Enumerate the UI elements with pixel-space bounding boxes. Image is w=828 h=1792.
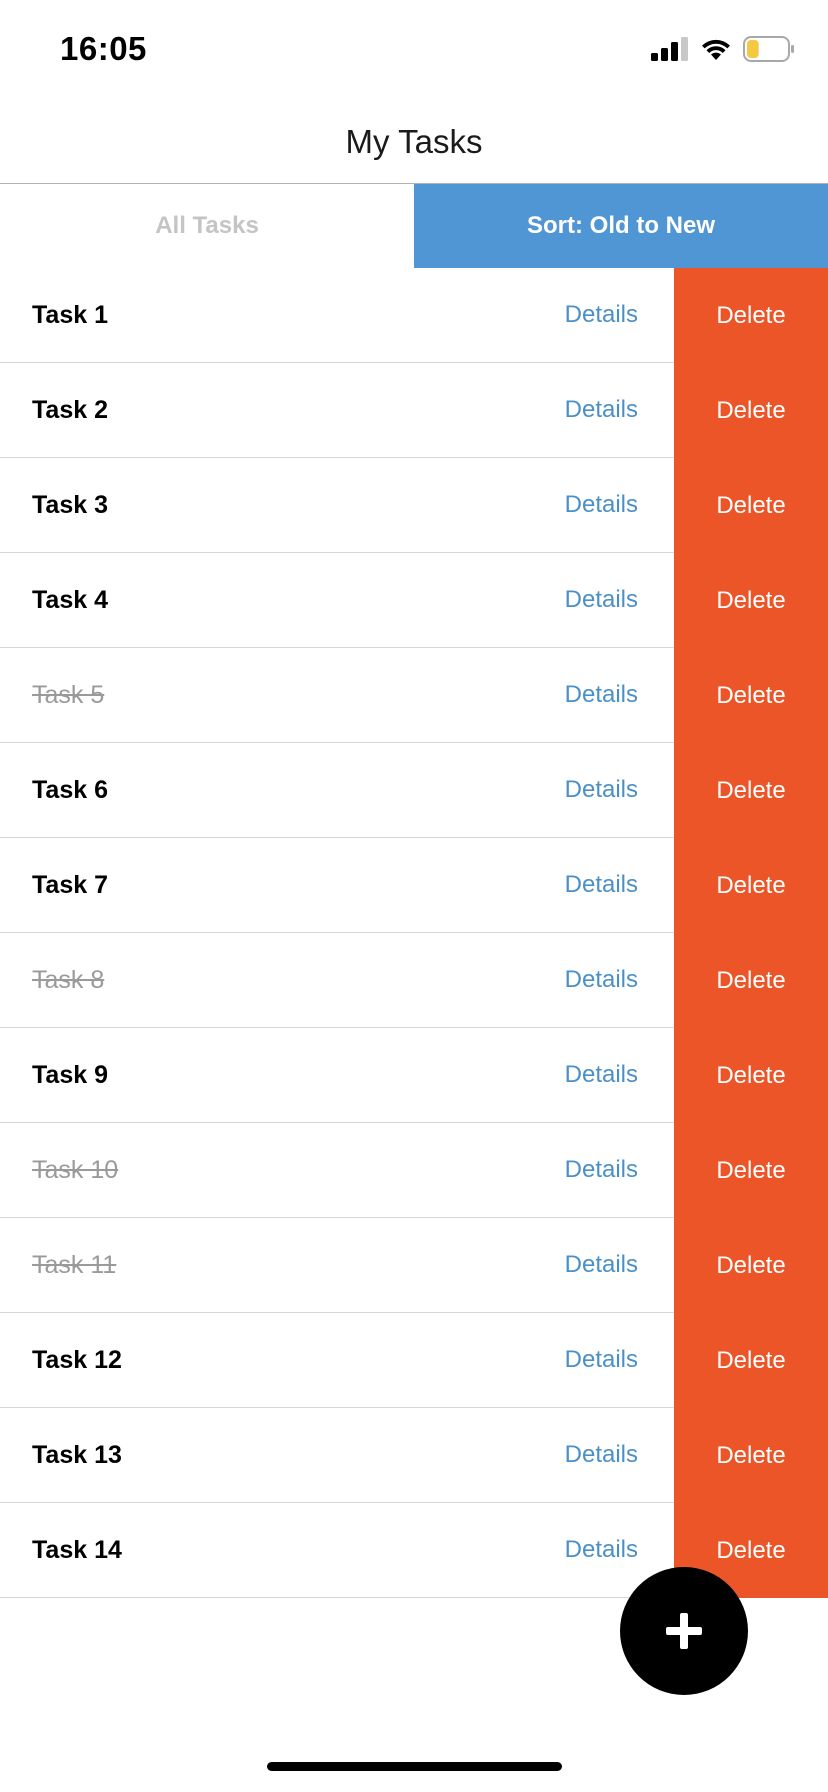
delete-button[interactable]: Delete bbox=[674, 1313, 828, 1408]
task-row[interactable]: Task 7 Details Delete bbox=[0, 838, 828, 933]
task-title: Task 2 bbox=[32, 395, 108, 424]
details-link[interactable]: Details bbox=[565, 491, 638, 519]
details-link[interactable]: Details bbox=[565, 301, 638, 329]
delete-button[interactable]: Delete bbox=[674, 363, 828, 458]
delete-button[interactable]: Delete bbox=[674, 1028, 828, 1123]
task-title: Task 9 bbox=[32, 1060, 108, 1089]
header: My Tasks bbox=[0, 100, 828, 184]
delete-button[interactable]: Delete bbox=[674, 1408, 828, 1503]
task-row[interactable]: Task 6 Details Delete bbox=[0, 743, 828, 838]
details-link[interactable]: Details bbox=[565, 586, 638, 614]
delete-button[interactable]: Delete bbox=[674, 933, 828, 1028]
task-title: Task 13 bbox=[32, 1440, 122, 1469]
home-indicator bbox=[267, 1762, 562, 1771]
task-title: Task 8 bbox=[32, 965, 105, 994]
page-title: My Tasks bbox=[345, 122, 483, 160]
task-row[interactable]: Task 11 Details Delete bbox=[0, 1218, 828, 1313]
details-link[interactable]: Details bbox=[565, 1441, 638, 1469]
task-title: Task 14 bbox=[32, 1535, 122, 1564]
task-title: Task 3 bbox=[32, 490, 108, 519]
task-row[interactable]: Task 5 Details Delete bbox=[0, 648, 828, 743]
details-link[interactable]: Details bbox=[565, 1061, 638, 1089]
plus-icon bbox=[666, 1613, 702, 1649]
task-title: Task 6 bbox=[32, 775, 108, 804]
wifi-icon bbox=[702, 39, 730, 60]
task-title: Task 5 bbox=[32, 680, 105, 709]
delete-button[interactable]: Delete bbox=[674, 648, 828, 743]
task-row[interactable]: Task 3 Details Delete bbox=[0, 458, 828, 553]
task-title: Task 10 bbox=[32, 1155, 119, 1184]
task-title: Task 11 bbox=[32, 1250, 117, 1279]
tab-bar: All Tasks Sort: Old to New bbox=[0, 184, 828, 268]
delete-button[interactable]: Delete bbox=[674, 838, 828, 933]
tab-sort-old-to-new[interactable]: Sort: Old to New bbox=[414, 184, 828, 268]
task-row[interactable]: Task 2 Details Delete bbox=[0, 363, 828, 458]
task-row[interactable]: Task 12 Details Delete bbox=[0, 1313, 828, 1408]
task-title: Task 1 bbox=[32, 300, 108, 329]
add-task-button[interactable] bbox=[620, 1567, 748, 1695]
task-list: Task 1 Details Delete Task 2 Details Delete Ta… bbox=[0, 268, 828, 1598]
delete-button[interactable]: Delete bbox=[674, 1123, 828, 1218]
details-link[interactable]: Details bbox=[565, 681, 638, 709]
task-title: Task 12 bbox=[32, 1345, 122, 1374]
details-link[interactable]: Details bbox=[565, 966, 638, 994]
task-row[interactable]: Task 8 Details Delete bbox=[0, 933, 828, 1028]
task-row[interactable]: Task 13 Details Delete bbox=[0, 1408, 828, 1503]
delete-button[interactable]: Delete bbox=[674, 1218, 828, 1313]
task-row[interactable]: Task 10 Details Delete bbox=[0, 1123, 828, 1218]
details-link[interactable]: Details bbox=[565, 396, 638, 424]
status-icons bbox=[651, 36, 795, 62]
task-title: Task 4 bbox=[32, 585, 108, 614]
details-link[interactable]: Details bbox=[565, 871, 638, 899]
task-row[interactable]: Task 4 Details Delete bbox=[0, 553, 828, 648]
delete-button[interactable]: Delete bbox=[674, 553, 828, 648]
cellular-signal-icon bbox=[651, 37, 688, 61]
delete-button[interactable]: Delete bbox=[674, 268, 828, 363]
task-title: Task 7 bbox=[32, 870, 108, 899]
delete-button[interactable]: Delete bbox=[674, 458, 828, 553]
details-link[interactable]: Details bbox=[565, 1251, 638, 1279]
details-link[interactable]: Details bbox=[565, 1536, 638, 1564]
delete-button[interactable]: Delete bbox=[674, 743, 828, 838]
task-row[interactable]: Task 1 Details Delete bbox=[0, 268, 828, 363]
details-link[interactable]: Details bbox=[565, 1156, 638, 1184]
battery-icon bbox=[743, 36, 794, 62]
status-time: 16:05 bbox=[60, 30, 147, 67]
status-bar: 16:05 bbox=[0, 0, 828, 100]
task-row[interactable]: Task 9 Details Delete bbox=[0, 1028, 828, 1123]
details-link[interactable]: Details bbox=[565, 1346, 638, 1374]
details-link[interactable]: Details bbox=[565, 776, 638, 804]
tab-all-tasks[interactable]: All Tasks bbox=[0, 184, 414, 268]
